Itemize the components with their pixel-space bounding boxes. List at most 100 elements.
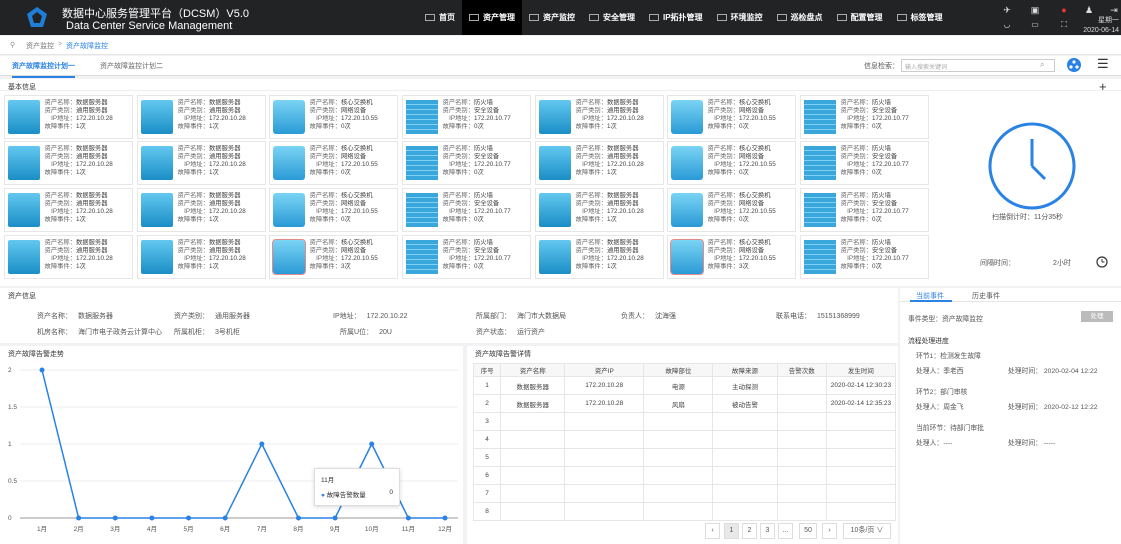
table-row[interactable]: 2 数据服务器 172.20.10.28 风扇 被动告警 2020-02-14 12:35… bbox=[472, 394, 897, 413]
asset-ip: 172.20.10.28 bbox=[607, 208, 644, 215]
table-row[interactable]: 4 bbox=[472, 430, 897, 449]
asset-faults: 1次 bbox=[76, 169, 86, 176]
asset-card-server[interactable]: 资产名称：数据服务器 资产类别：通用服务器 IP地址：172.20.10.28 故障事… bbox=[4, 95, 133, 139]
page-button[interactable]: 3 bbox=[760, 523, 775, 539]
data-point bbox=[112, 515, 118, 521]
table-row[interactable]: 3 bbox=[472, 412, 897, 431]
asset-name: 数据服务器 bbox=[209, 192, 241, 199]
page-button[interactable]: ... bbox=[778, 523, 793, 539]
interval-label: 间隔时间： bbox=[980, 260, 1015, 267]
nav-item-3[interactable]: 安全管理 bbox=[582, 0, 642, 35]
asset-info-panel: 资产信息 资产名称： 数据服务器 资产类别： 通用服务器 IP地址： 172.20.1… bbox=[0, 288, 898, 343]
asset-card-server[interactable]: 资产名称：数据服务器 资产类别：通用服务器 IP地址：172.20.10.28 故障事… bbox=[4, 235, 133, 279]
asset-card-server[interactable]: 资产名称：数据服务器 资产类别：通用服务器 IP地址：172.20.10.28 故障事… bbox=[4, 141, 133, 185]
table-cell bbox=[825, 466, 897, 485]
asset-card-server[interactable]: 资产名称：数据服务器 资产类别：通用服务器 IP地址：172.20.10.28 故障事… bbox=[137, 235, 266, 279]
asset-card-firewall[interactable]: 资产名称：防火墙 资产类别：安全设备 IP地址：172.20.10.77 故障事件：0… bbox=[402, 141, 531, 185]
page-button[interactable]: › bbox=[822, 523, 837, 539]
nav-item-5[interactable]: 环境监控 bbox=[710, 0, 770, 35]
asset-name: 数据服务器 bbox=[607, 192, 639, 199]
asset-faults: 1次 bbox=[209, 263, 219, 270]
page-size-select[interactable]: 10条/页 ∨ bbox=[843, 523, 891, 539]
breadcrumb-root[interactable]: 资产监控 bbox=[26, 41, 54, 51]
asset-type: 安全设备 bbox=[474, 200, 500, 207]
search-icon[interactable]: ⌕ bbox=[1040, 60, 1044, 70]
nav-item-6[interactable]: 巡检盘点 bbox=[770, 0, 830, 35]
menu-icon[interactable]: ☰ bbox=[1097, 56, 1109, 72]
asset-card-switch[interactable]: 资产名称：核心交换机 资产类别：网络设备 IP地址：172.20.10.55 故障事件… bbox=[269, 235, 398, 279]
nav-item-1[interactable]: 资产管理 bbox=[462, 0, 522, 35]
asset-type: 通用服务器 bbox=[76, 153, 108, 160]
nav-item-8[interactable]: 标签管理 bbox=[890, 0, 950, 35]
timer-icon[interactable] bbox=[1096, 256, 1108, 268]
server-icon bbox=[141, 193, 173, 227]
nav-item-7[interactable]: 配置管理 bbox=[830, 0, 890, 35]
table-cell: 主动探测 bbox=[712, 376, 778, 395]
user-icon[interactable]: ♟ bbox=[1082, 5, 1096, 15]
asset-card-switch[interactable]: 资产名称：核心交换机 资产类别：网络设备 IP地址：172.20.10.55 故障事件… bbox=[667, 95, 796, 139]
asset-card-server[interactable]: 资产名称：数据服务器 资产类别：通用服务器 IP地址：172.20.10.28 故障事… bbox=[137, 188, 266, 232]
asset-card-firewall[interactable]: 资产名称：防火墙 资产类别：安全设备 IP地址：172.20.10.77 故障事件：0… bbox=[402, 95, 531, 139]
asset-info-title: 资产信息 bbox=[8, 293, 36, 300]
asset-type: 通用服务器 bbox=[76, 107, 108, 114]
table-row[interactable]: 8 bbox=[472, 502, 897, 521]
table-cell: 7 bbox=[472, 484, 502, 503]
firewall-icon bbox=[804, 240, 836, 274]
asset-card-firewall[interactable]: 资产名称：防火墙 资产类别：安全设备 IP地址：172.20.10.77 故障事件：0… bbox=[800, 188, 929, 232]
fullscreen-icon[interactable]: ⛶ bbox=[1057, 20, 1071, 30]
x-tick-label: 6月 bbox=[220, 525, 230, 533]
table-cell: 数据服务器 bbox=[500, 394, 566, 413]
nav-item-0[interactable]: 首页 bbox=[418, 0, 462, 35]
asset-card-server[interactable]: 资产名称：数据服务器 资产类别：通用服务器 IP地址：172.20.10.28 故障事… bbox=[535, 95, 664, 139]
nav-item-2[interactable]: 资产监控 bbox=[522, 0, 582, 35]
asset-card-server[interactable]: 资产名称：数据服务器 资产类别：通用服务器 IP地址：172.20.10.28 故障事… bbox=[137, 141, 266, 185]
asset-card-switch[interactable]: 资产名称：核心交换机 资产类别：网络设备 IP地址：172.20.10.55 故障事件… bbox=[667, 188, 796, 232]
asset-card-firewall[interactable]: 资产名称：防火墙 资产类别：安全设备 IP地址：172.20.10.77 故障事件：0… bbox=[800, 141, 929, 185]
page-button[interactable]: 2 bbox=[742, 523, 757, 539]
table-cell bbox=[643, 502, 714, 521]
nav-item-4[interactable]: IP拓扑管理 bbox=[642, 0, 710, 35]
tab-history-event[interactable]: 历史事件 bbox=[972, 291, 1000, 301]
add-icon[interactable]: + bbox=[1099, 79, 1107, 94]
asset-card-server[interactable]: 资产名称：数据服务器 资产类别：通用服务器 IP地址：172.20.10.28 故障事… bbox=[4, 188, 133, 232]
asset-card-switch[interactable]: 资产名称：核心交换机 资产类别：网络设备 IP地址：172.20.10.55 故障事件… bbox=[269, 141, 398, 185]
chat-icon[interactable]: ◡ bbox=[1000, 20, 1014, 30]
asset-card-firewall[interactable]: 资产名称：防火墙 资产类别：安全设备 IP地址：172.20.10.77 故障事件：0… bbox=[800, 95, 929, 139]
server-icon bbox=[141, 100, 173, 134]
asset-ip: 172.20.10.28 bbox=[209, 255, 246, 262]
page-button[interactable]: ‹ bbox=[705, 523, 720, 539]
asset-card-server[interactable]: 资产名称：数据服务器 资产类别：通用服务器 IP地址：172.20.10.28 故障事… bbox=[535, 235, 664, 279]
asset-card-switch[interactable]: 资产名称：核心交换机 资产类别：网络设备 IP地址：172.20.10.55 故障事件… bbox=[269, 188, 398, 232]
asset-card-firewall[interactable]: 资产名称：防火墙 资产类别：安全设备 IP地址：172.20.10.77 故障事件：0… bbox=[800, 235, 929, 279]
asset-card-server[interactable]: 资产名称：数据服务器 资产类别：通用服务器 IP地址：172.20.10.28 故障事… bbox=[137, 95, 266, 139]
record-icon[interactable]: ● bbox=[1057, 5, 1071, 15]
asset-card-firewall[interactable]: 资产名称：防火墙 资产类别：安全设备 IP地址：172.20.10.77 故障事件：0… bbox=[402, 188, 531, 232]
asset-type: 网络设备 bbox=[739, 153, 765, 160]
table-row[interactable]: 5 bbox=[472, 448, 897, 467]
table-row[interactable]: 1 数据服务器 172.20.10.28 电源 主动探测 2020-02-14 12:30… bbox=[472, 376, 897, 395]
asset-card-server[interactable]: 资产名称：数据服务器 资产类别：通用服务器 IP地址：172.20.10.28 故障事… bbox=[535, 188, 664, 232]
logout-icon[interactable]: ⇥ bbox=[1107, 5, 1121, 15]
tab-plan-1[interactable]: 资产故障监控计划一 bbox=[12, 61, 75, 78]
page-button[interactable]: 1 bbox=[724, 523, 739, 539]
tab-plan-2[interactable]: 资产故障监控计划二 bbox=[100, 61, 163, 71]
asset-card-server[interactable]: 资产名称：数据服务器 资产类别：通用服务器 IP地址：172.20.10.28 故障事… bbox=[535, 141, 664, 185]
window-icon[interactable]: ▭ bbox=[1028, 20, 1042, 30]
asset-name: 数据服务器 bbox=[76, 145, 108, 152]
search-input[interactable]: 输入搜索关键词 bbox=[901, 59, 1055, 72]
monitor-icon[interactable]: ▣ bbox=[1028, 5, 1042, 15]
page-button[interactable]: 50 bbox=[799, 523, 817, 539]
asset-card-switch[interactable]: 资产名称：核心交换机 资产类别：网络设备 IP地址：172.20.10.55 故障事件… bbox=[667, 141, 796, 185]
asset-card-switch[interactable]: 资产名称：核心交换机 资产类别：网络设备 IP地址：172.20.10.55 故障事件… bbox=[667, 235, 796, 279]
asset-type: 通用服务器 bbox=[209, 200, 241, 207]
handle-button[interactable]: 处理 bbox=[1081, 311, 1113, 322]
table-row[interactable]: 7 bbox=[472, 484, 897, 503]
bird-icon[interactable]: ✈ bbox=[1000, 5, 1014, 15]
asset-card-firewall[interactable]: 资产名称：防火墙 资产类别：安全设备 IP地址：172.20.10.77 故障事件：0… bbox=[402, 235, 531, 279]
table-row[interactable]: 6 bbox=[472, 466, 897, 485]
asset-faults: 1次 bbox=[76, 263, 86, 270]
asset-card-switch[interactable]: 资产名称：核心交换机 资产类别：网络设备 IP地址：172.20.10.55 故障事件… bbox=[269, 95, 398, 139]
asset-ip: 172.20.10.77 bbox=[474, 115, 511, 122]
asset-faults: 0次 bbox=[474, 216, 484, 223]
network-icon[interactable] bbox=[1066, 57, 1082, 73]
